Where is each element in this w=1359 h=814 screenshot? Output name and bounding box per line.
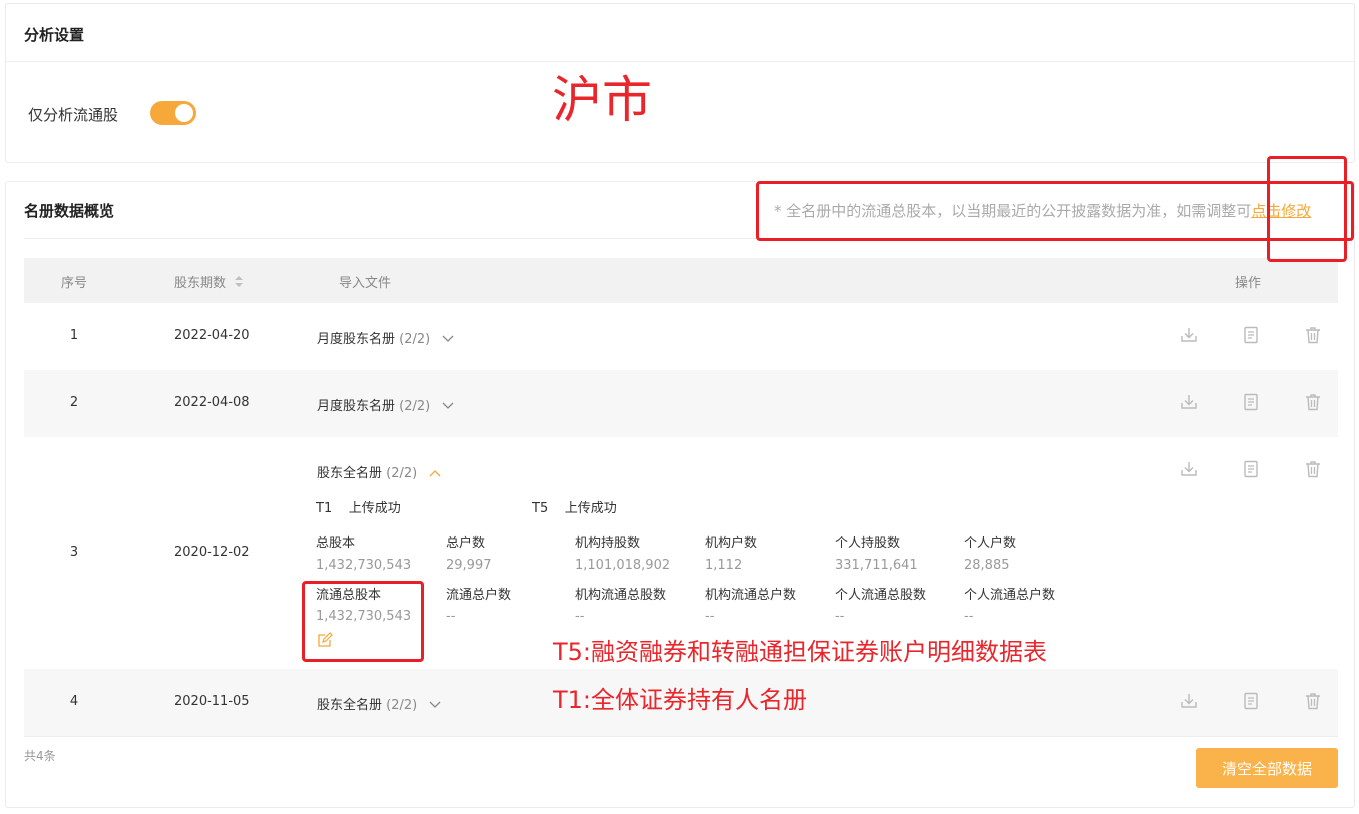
file-name: 月度股东名册 <box>317 332 396 347</box>
overview-title: 名册数据概览 <box>24 202 115 220</box>
document-icon[interactable] <box>1241 392 1261 412</box>
stat-value: 331,711,641 <box>835 558 918 573</box>
stat-label: 总户数 <box>446 536 486 551</box>
upload-status-t1: T1 上传成功 <box>316 497 401 516</box>
clear-all-data-button[interactable]: 清空全部数据 <box>1196 748 1338 788</box>
chevron-down-icon[interactable] <box>442 332 454 346</box>
download-icon[interactable] <box>1179 325 1199 345</box>
file-count: (2/2) <box>399 399 431 414</box>
upload-status-t5: T5 上传成功 <box>532 497 617 516</box>
file-count: (2/2) <box>386 698 418 713</box>
stat-value: -- <box>964 609 974 624</box>
table-header: 序号 股东期数 导入文件 操作 <box>24 258 1338 303</box>
col-period-label: 股东期数 <box>174 276 227 291</box>
stat-value: 1,112 <box>705 558 743 573</box>
annotation-t1-legend: T1:全体证券持有人名册 <box>553 686 808 714</box>
row-index: 4 <box>69 694 79 709</box>
stat-value: 1,432,730,543 <box>316 558 412 573</box>
row-index: 2 <box>69 395 79 410</box>
col-index: 序号 <box>60 276 87 291</box>
file-name: 股东全名册 <box>317 698 383 713</box>
stat-label: 个人户数 <box>964 536 1017 551</box>
stat-label: 总股本 <box>316 536 356 551</box>
stat-label: 机构流通总户数 <box>705 588 797 603</box>
row-index: 1 <box>69 328 79 343</box>
upload-code: T5 <box>532 501 549 516</box>
trash-icon[interactable] <box>1303 325 1323 345</box>
trash-icon[interactable] <box>1303 392 1323 412</box>
file-count: (2/2) <box>399 332 431 347</box>
row-period: 2020-12-02 <box>174 545 250 560</box>
stat-label: 流通总户数 <box>446 588 512 603</box>
stat-label: 机构流通总股数 <box>575 588 667 603</box>
stat-label: 机构户数 <box>705 536 758 551</box>
table-row: 1 2022-04-20 月度股东名册 (2/2) <box>24 303 1338 370</box>
row-file-toggle[interactable]: 股东全名册 (2/2) <box>317 462 441 481</box>
analysis-settings-card: 分析设置 仅分析流通股 <box>5 3 1355 163</box>
col-period-sortable[interactable]: 股东期数 <box>174 272 244 292</box>
stat-value: -- <box>446 609 456 624</box>
file-name: 股东全名册 <box>317 466 383 481</box>
upload-status: 上传成功 <box>348 501 401 516</box>
upload-status: 上传成功 <box>564 501 617 516</box>
stat-value: -- <box>835 609 845 624</box>
row-period: 2022-04-20 <box>174 328 250 343</box>
download-icon[interactable] <box>1179 392 1199 412</box>
only-float-label: 仅分析流通股 <box>28 106 119 124</box>
trash-icon[interactable] <box>1303 459 1323 479</box>
table-bottom-divider <box>24 736 1338 737</box>
total-count: 共4条 <box>24 749 56 763</box>
stat-label: 机构持股数 <box>575 536 641 551</box>
chevron-up-icon[interactable] <box>429 466 441 480</box>
row-file-toggle[interactable]: 月度股东名册 (2/2) <box>317 395 454 414</box>
col-ops: 操作 <box>1235 276 1262 291</box>
row-file-toggle[interactable]: 月度股东名册 (2/2) <box>317 328 454 347</box>
settings-title: 分析设置 <box>24 26 85 44</box>
file-count: (2/2) <box>386 466 418 481</box>
row-period: 2020-11-05 <box>174 694 250 709</box>
sort-icon[interactable] <box>234 275 244 292</box>
annotation-market: 沪市 <box>552 71 652 129</box>
annotation-box-float-capital <box>302 581 424 662</box>
annotation-t5-legend: T5:融资融券和转融通担保证券账户明细数据表 <box>553 638 1048 666</box>
file-name: 月度股东名册 <box>317 399 396 414</box>
col-file: 导入文件 <box>339 276 392 291</box>
trash-icon[interactable] <box>1303 691 1323 711</box>
chevron-down-icon[interactable] <box>429 698 441 712</box>
download-icon[interactable] <box>1179 459 1199 479</box>
divider <box>6 61 1354 62</box>
stat-label: 个人流通总户数 <box>964 588 1056 603</box>
only-float-toggle[interactable] <box>150 101 196 125</box>
stat-label: 个人持股数 <box>835 536 901 551</box>
annotation-box-edit-link <box>1267 156 1347 262</box>
row-file-toggle[interactable]: 股东全名册 (2/2) <box>317 694 441 713</box>
table-row: 2 2022-04-08 月度股东名册 (2/2) <box>24 370 1338 437</box>
stat-value: 29,997 <box>446 558 492 573</box>
stat-value: 28,885 <box>964 558 1010 573</box>
document-icon[interactable] <box>1241 325 1261 345</box>
document-icon[interactable] <box>1241 459 1261 479</box>
row-period: 2022-04-08 <box>174 395 250 410</box>
toggle-knob <box>175 104 193 122</box>
upload-code: T1 <box>316 501 333 516</box>
stat-value: 1,101,018,902 <box>575 558 671 573</box>
stat-label: 个人流通总股数 <box>835 588 927 603</box>
download-icon[interactable] <box>1179 691 1199 711</box>
stat-value: -- <box>705 609 715 624</box>
row-index: 3 <box>69 545 79 560</box>
chevron-down-icon[interactable] <box>442 399 454 413</box>
stat-value: -- <box>575 609 585 624</box>
document-icon[interactable] <box>1241 691 1261 711</box>
annotation-box-note <box>756 181 1354 241</box>
